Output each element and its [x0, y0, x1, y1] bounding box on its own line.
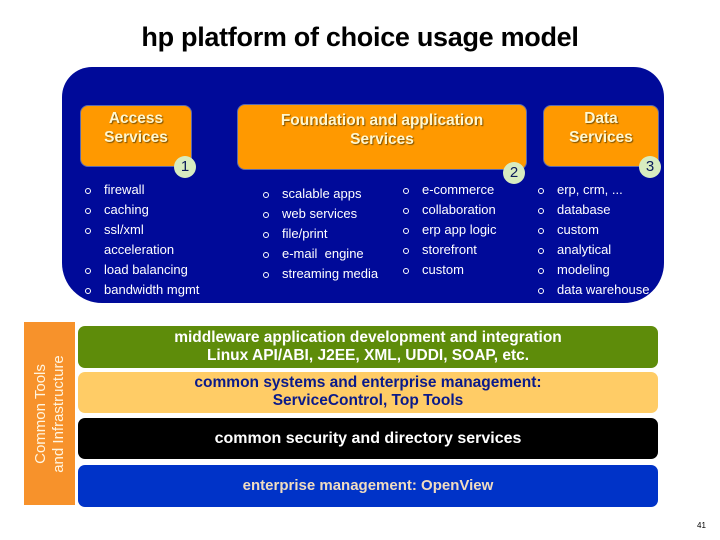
list-item: scalable apps	[262, 184, 378, 204]
data-services-label-line2: Services	[569, 129, 633, 146]
list-item: caching	[84, 200, 199, 220]
systems-management-layer: common systems and enterprise management…	[78, 372, 658, 413]
bullet-icon	[263, 212, 269, 218]
middleware-layer-line1: middleware application development and i…	[174, 329, 562, 346]
bullet-icon	[403, 248, 409, 254]
foundation-services-list-col2: e-commerce collaboration erp app logic s…	[402, 180, 496, 280]
list-item: streaming media	[262, 264, 378, 284]
badge-1: 1	[174, 156, 196, 178]
list-item: web services	[262, 204, 378, 224]
bullet-icon	[85, 228, 91, 234]
bullet-icon	[263, 252, 269, 258]
badge-2: 2	[503, 162, 525, 184]
bullet-icon	[538, 188, 544, 194]
middleware-layer-line2: Linux API/ABI, J2EE, XML, UDDI, SOAP, et…	[206, 347, 530, 364]
systems-management-layer-line1: common systems and enterprise management…	[194, 374, 542, 391]
bullet-icon	[85, 188, 91, 194]
foundation-services-label-line2: Services	[350, 131, 414, 148]
page-number: 41	[697, 521, 706, 530]
bullet-icon	[403, 208, 409, 214]
list-item: file/print	[262, 224, 378, 244]
common-tools-sidebar: Common Tools and Infrastructure	[24, 322, 75, 505]
bullet-icon	[85, 288, 91, 294]
bullet-icon	[538, 208, 544, 214]
list-item: data warehouse	[537, 280, 650, 300]
list-item: bandwidth mgmt	[84, 280, 199, 300]
bullet-icon	[85, 268, 91, 274]
slide-title: hp platform of choice usage model	[141, 22, 579, 52]
list-item: e-commerce	[402, 180, 496, 200]
bullet-icon	[263, 192, 269, 198]
list-item: custom	[537, 220, 650, 240]
list-item: erp, crm, ...	[537, 180, 650, 200]
sidebar-label-line2: and Infrastructure	[49, 354, 67, 473]
bullet-icon	[263, 232, 269, 238]
bullet-icon	[85, 208, 91, 214]
data-services-label-line1: Data	[584, 110, 618, 127]
data-services-box: Data Services	[543, 105, 659, 167]
bullet-icon	[538, 228, 544, 234]
list-item: database	[537, 200, 650, 220]
list-item: modeling	[537, 260, 650, 280]
badge-3: 3	[639, 156, 661, 178]
foundation-services-list-col1: scalable apps web services file/print e-…	[262, 184, 378, 284]
middleware-layer: middleware application development and i…	[78, 326, 658, 368]
foundation-services-box: Foundation and application Services	[237, 104, 527, 170]
bullet-icon	[403, 268, 409, 274]
list-item: ssl/xml	[84, 220, 199, 240]
list-item: erp app logic	[402, 220, 496, 240]
list-item: collaboration	[402, 200, 496, 220]
sidebar-label: Common Tools and Infrastructure	[32, 322, 68, 505]
list-item: custom	[402, 260, 496, 280]
openview-layer-line1: enterprise management: OpenView	[242, 477, 494, 494]
list-item-continuation: acceleration	[104, 242, 175, 257]
access-services-box: Access Services	[80, 105, 192, 167]
bullet-icon	[263, 272, 269, 278]
security-layer-line1: common security and directory services	[214, 430, 522, 447]
list-item: firewall	[84, 180, 199, 200]
access-services-label-line2: Services	[104, 129, 168, 146]
security-layer: common security and directory services	[78, 418, 658, 459]
bullet-icon	[403, 188, 409, 194]
systems-management-layer-line2: ServiceControl, Top Tools	[272, 392, 464, 409]
data-services-list: erp, crm, ... database custom analytical…	[537, 180, 650, 300]
openview-layer: enterprise management: OpenView	[78, 465, 658, 507]
bullet-icon	[538, 248, 544, 254]
list-item: storefront	[402, 240, 496, 260]
list-item: analytical	[537, 240, 650, 260]
list-item: e-mail engine	[262, 244, 378, 264]
sidebar-label-line1: Common Tools	[31, 363, 49, 464]
foundation-services-label-line1: Foundation and application	[280, 112, 484, 129]
list-item: load balancing	[84, 260, 199, 280]
bullet-icon	[538, 288, 544, 294]
access-services-label-line1: Access	[108, 110, 164, 127]
access-services-list: firewall caching ssl/xml acceleration lo…	[84, 180, 199, 300]
bullet-icon	[538, 268, 544, 274]
bullet-icon	[403, 228, 409, 234]
